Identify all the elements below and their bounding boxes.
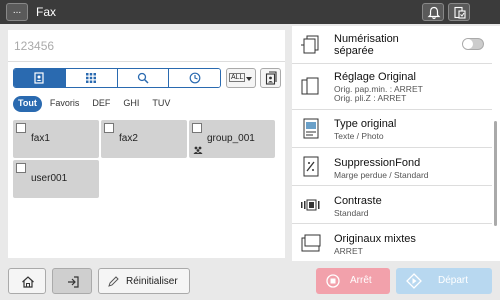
checkbox[interactable] <box>16 163 26 173</box>
checkbox[interactable] <box>192 123 202 133</box>
fax-number-input[interactable]: 123456 <box>8 30 285 62</box>
index-tab-favorites[interactable]: Favoris <box>45 96 85 112</box>
logout-icon <box>68 276 79 288</box>
setting-value: Texte / Photo <box>334 131 384 141</box>
destination-panel: 123456 ALL Tout Favoris DEF GHI TUV fax1 <box>8 30 285 258</box>
top-bar: ... Fax <box>0 0 500 24</box>
destination-label: user001 <box>31 173 68 184</box>
index-tabs: Tout Favoris DEF GHI TUV <box>13 96 178 112</box>
settings-scrollbar[interactable] <box>494 121 497 226</box>
stop-icon <box>326 274 340 288</box>
search-icon <box>137 72 149 84</box>
setting-value: Marge perdue / Standard <box>334 170 429 180</box>
group-icon <box>193 146 203 154</box>
setting-title: Type original <box>334 118 397 130</box>
background-removal-icon <box>303 156 319 177</box>
setting-original-type[interactable]: Type original Texte / Photo <box>292 110 492 148</box>
destination-tile[interactable]: fax2 <box>101 120 187 158</box>
notification-button[interactable] <box>422 3 444 21</box>
keypad-icon <box>86 73 97 83</box>
contrast-icon <box>301 199 320 211</box>
start-icon <box>406 273 422 289</box>
page-title: Fax <box>36 5 57 19</box>
logout-button[interactable] <box>52 268 92 294</box>
setting-title: SuppressionFond <box>334 157 421 169</box>
bell-icon <box>427 6 441 20</box>
job-status-icon <box>454 6 466 19</box>
original-type-icon <box>303 118 319 139</box>
destination-label: fax2 <box>119 133 138 144</box>
separate-scan-icon <box>301 35 319 54</box>
address-book-icon <box>34 72 44 84</box>
destination-tile[interactable]: user001 <box>13 160 99 198</box>
register-destination-button[interactable] <box>260 68 281 88</box>
index-tab-def[interactable]: DEF <box>87 96 115 112</box>
start-label: Départ <box>438 275 469 286</box>
bottom-bar: Réinitialiser Arrêt Départ <box>0 262 500 300</box>
index-tab-ghi[interactable]: GHI <box>118 96 144 112</box>
original-setting-icon <box>301 77 319 95</box>
mixed-originals-icon <box>301 234 321 252</box>
search-mode-tabs <box>13 68 221 88</box>
destination-tile[interactable]: group_001 <box>189 120 275 158</box>
start-button[interactable]: Départ <box>396 268 492 294</box>
tab-keypad[interactable] <box>65 69 118 87</box>
setting-mixed-originals[interactable]: Originaux mixtes ARRET <box>292 224 492 261</box>
checkbox[interactable] <box>16 123 26 133</box>
settings-panel: Numérisation séparée Réglage Original Or… <box>292 26 500 261</box>
menu-button[interactable]: ... <box>6 3 28 21</box>
history-icon <box>189 72 201 84</box>
setting-separate-scan[interactable]: Numérisation séparée <box>292 26 492 64</box>
tab-history[interactable] <box>169 69 220 87</box>
toggle-knob <box>463 39 473 49</box>
destination-label: group_001 <box>207 133 255 144</box>
setting-contrast[interactable]: Contraste Standard <box>292 186 492 224</box>
index-tab-tuv[interactable]: TUV <box>147 96 175 112</box>
setting-background-removal[interactable]: SuppressionFond Marge perdue / Standard <box>292 148 492 186</box>
stop-button[interactable]: Arrêt <box>316 268 390 294</box>
separate-scan-toggle[interactable] <box>462 38 484 50</box>
index-tab-all[interactable]: Tout <box>13 96 42 112</box>
destination-label: fax1 <box>31 133 50 144</box>
chevron-down-icon <box>246 77 252 81</box>
setting-value: Orig. pap.min. : ARRET Orig. pli.Z : ARR… <box>334 84 423 103</box>
home-icon <box>22 276 34 288</box>
register-icon <box>265 71 277 85</box>
stop-label: Arrêt <box>350 275 372 286</box>
setting-title: Numérisation séparée <box>334 33 399 57</box>
setting-original-setting[interactable]: Réglage Original Orig. pap.min. : ARRET … <box>292 64 492 110</box>
home-button[interactable] <box>8 268 46 294</box>
job-status-button[interactable] <box>448 3 470 21</box>
setting-title: Réglage Original <box>334 71 416 83</box>
reset-button[interactable]: Réinitialiser <box>98 268 190 294</box>
reset-label: Réinitialiser <box>126 276 178 287</box>
tab-search[interactable] <box>117 69 170 87</box>
tab-address-book[interactable] <box>14 69 66 87</box>
setting-value: ARRET <box>334 246 363 256</box>
checkbox[interactable] <box>104 123 114 133</box>
setting-title: Originaux mixtes <box>334 233 416 245</box>
setting-value: Standard <box>334 208 369 218</box>
setting-title: Contraste <box>334 195 382 207</box>
destination-tile[interactable]: fax1 <box>13 120 99 158</box>
filter-dropdown[interactable]: ALL <box>226 68 256 88</box>
filter-label: ALL <box>229 73 246 82</box>
pencil-icon <box>108 276 119 287</box>
